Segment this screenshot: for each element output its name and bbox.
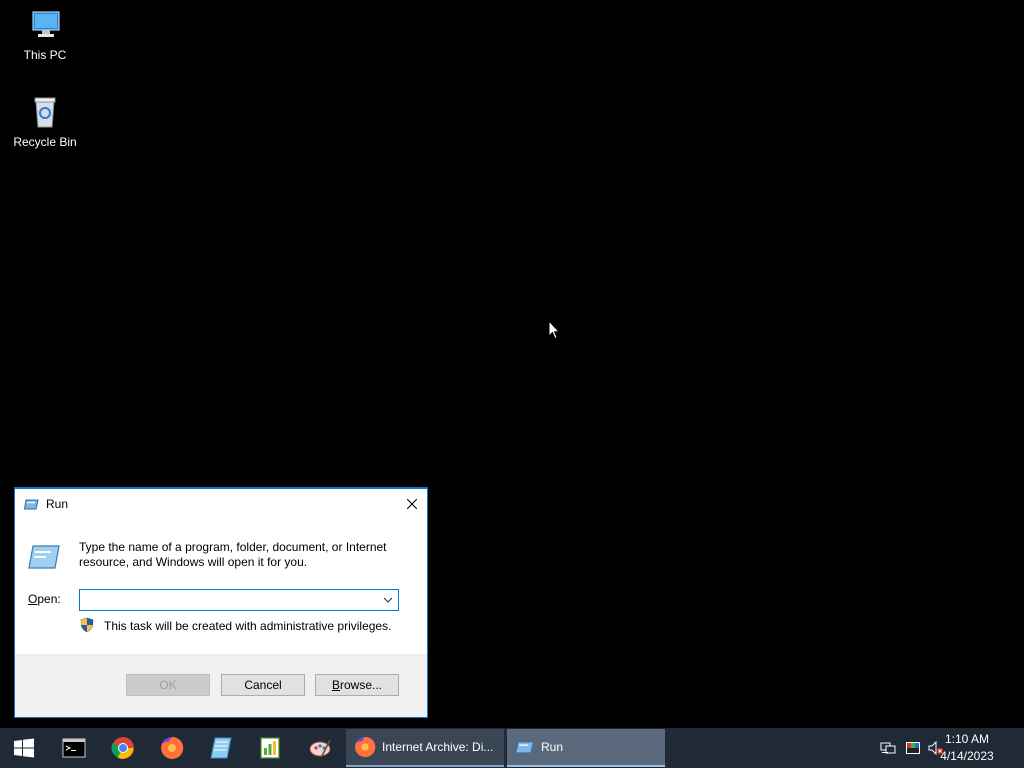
taskbar-app-run[interactable]: Run bbox=[507, 729, 665, 767]
taskbar-app-label: Run bbox=[541, 740, 564, 754]
open-label-text: pen: bbox=[37, 592, 61, 606]
run-titlebar[interactable]: Run bbox=[15, 488, 427, 520]
desktop-icon-recycle-bin[interactable]: Recycle Bin bbox=[5, 95, 85, 149]
start-button[interactable] bbox=[0, 728, 48, 768]
open-input[interactable] bbox=[80, 590, 378, 608]
ok-button[interactable]: OK bbox=[126, 674, 210, 696]
open-combobox[interactable] bbox=[79, 589, 399, 611]
desktop-icon-label: This PC bbox=[23, 48, 67, 62]
run-program-icon bbox=[28, 545, 60, 569]
spreadsheet-icon bbox=[260, 737, 280, 759]
run-description: Type the name of a program, folder, docu… bbox=[79, 540, 387, 569]
firefox-icon bbox=[354, 736, 376, 758]
mouse-cursor-icon bbox=[548, 320, 560, 340]
open-label-accelerator: O bbox=[28, 592, 38, 606]
dropdown-button[interactable] bbox=[378, 590, 398, 610]
dialog-title: Run bbox=[46, 497, 69, 511]
system-clock[interactable]: 1:10 AM 4/14/2023 bbox=[932, 731, 1002, 765]
command-prompt-icon bbox=[62, 738, 86, 758]
start-icon bbox=[14, 738, 34, 758]
taskbar-chrome[interactable] bbox=[99, 728, 147, 768]
recycle-bin-icon bbox=[25, 95, 65, 131]
run-icon bbox=[24, 499, 39, 510]
run-icon bbox=[515, 741, 534, 754]
uac-shield-icon bbox=[80, 617, 94, 633]
taskbar-command-prompt[interactable] bbox=[50, 728, 98, 768]
close-button[interactable] bbox=[397, 489, 427, 519]
browse-label-accelerator: B bbox=[331, 678, 340, 692]
taskbar-notepad[interactable] bbox=[197, 728, 245, 768]
this-pc-icon bbox=[25, 8, 65, 44]
open-label: Open: bbox=[28, 592, 61, 606]
taskbar: Internet Archive: Di... Run 1:10 AM 4/14… bbox=[0, 728, 1024, 768]
browse-label-text: rowse... bbox=[340, 678, 383, 692]
close-icon bbox=[407, 499, 417, 509]
taskbar-paint[interactable] bbox=[296, 728, 344, 768]
admin-note: This task will be created with administr… bbox=[104, 619, 392, 633]
clock-time: 1:10 AM bbox=[944, 732, 990, 746]
clock-date: 4/14/2023 bbox=[940, 749, 994, 763]
taskbar-spreadsheet[interactable] bbox=[246, 728, 294, 768]
cancel-button[interactable]: Cancel bbox=[221, 674, 305, 696]
network-icon[interactable] bbox=[880, 740, 896, 756]
color-icon[interactable] bbox=[905, 740, 921, 756]
chrome-icon bbox=[111, 737, 134, 759]
taskbar-app-label: Internet Archive: Di... bbox=[382, 740, 494, 754]
chevron-down-icon bbox=[383, 597, 393, 603]
browse-button[interactable]: Browse... bbox=[315, 674, 399, 696]
firefox-icon bbox=[161, 736, 184, 759]
run-dialog: Run Type the name of a program, folder, … bbox=[15, 488, 427, 717]
desktop-icon-this-pc[interactable]: This PC bbox=[5, 8, 85, 62]
taskbar-firefox[interactable] bbox=[148, 728, 196, 768]
taskbar-app-internet-archive[interactable]: Internet Archive: Di... bbox=[346, 729, 504, 767]
run-dialog-body: Type the name of a program, folder, docu… bbox=[15, 519, 427, 654]
notepad-icon bbox=[210, 737, 232, 759]
paint-icon bbox=[309, 739, 331, 757]
desktop-icon-label: Recycle Bin bbox=[13, 135, 77, 149]
